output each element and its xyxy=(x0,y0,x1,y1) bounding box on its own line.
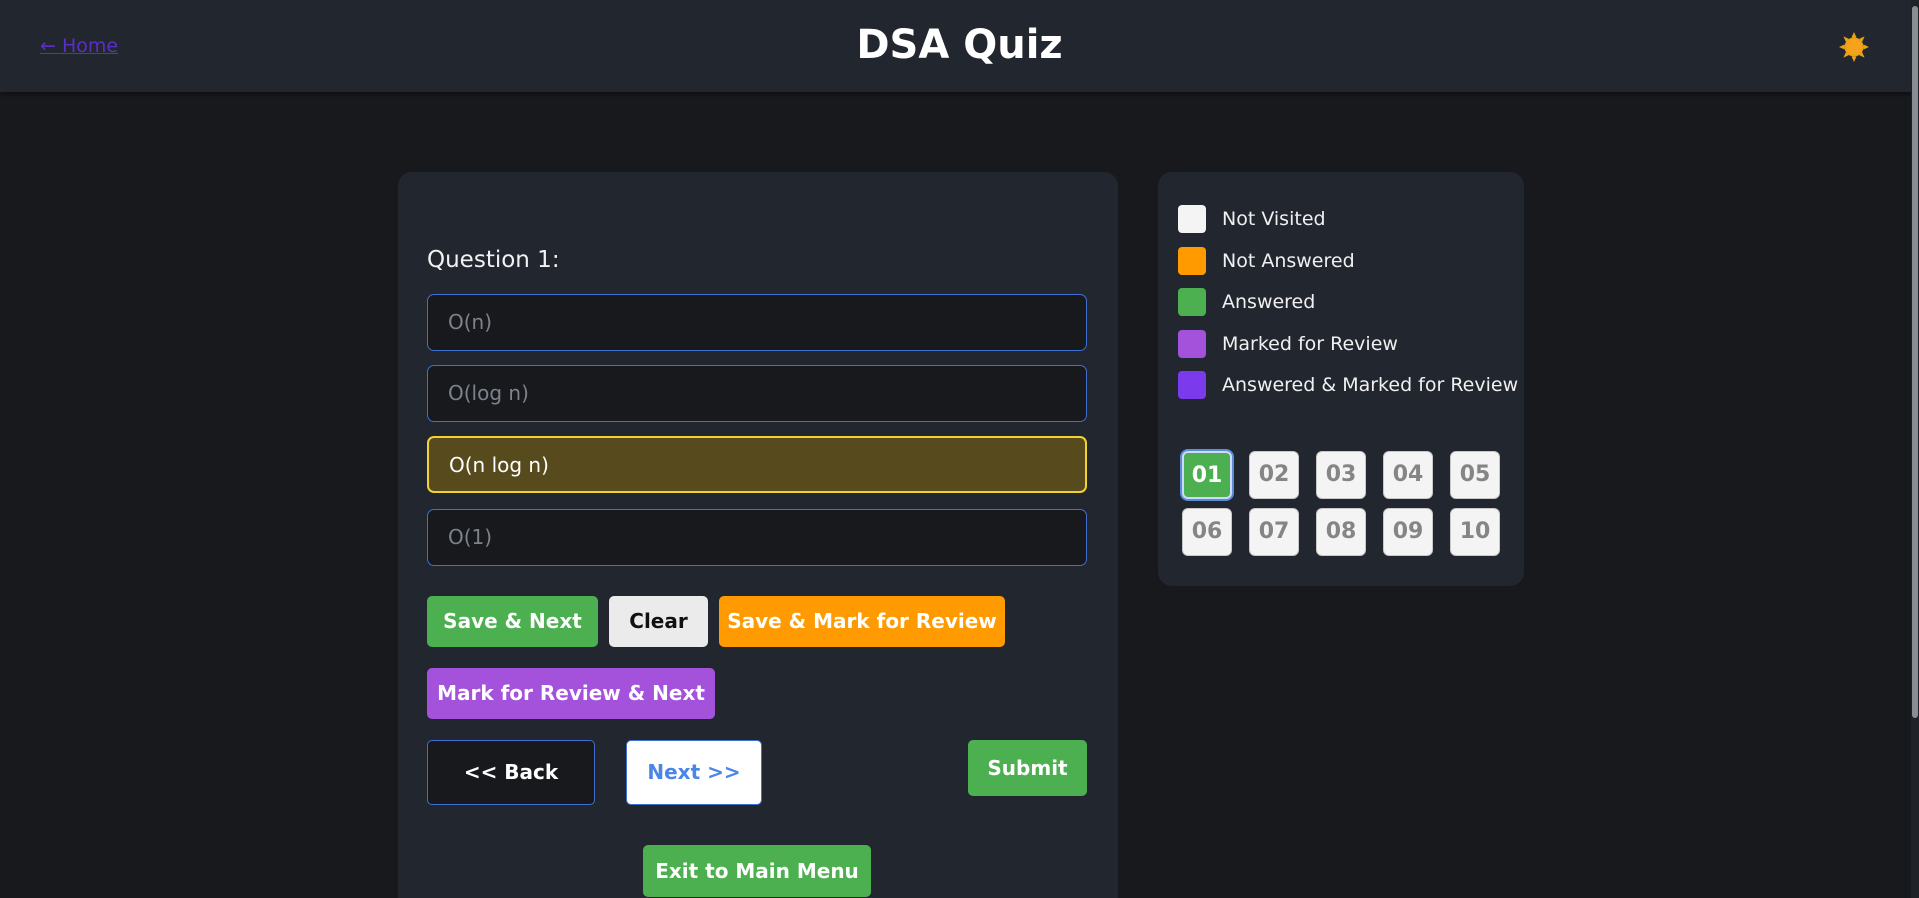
legend-label-marked-review: Marked for Review xyxy=(1222,333,1398,355)
question-number-button[interactable]: 05 xyxy=(1450,451,1500,499)
question-number-button[interactable]: 03 xyxy=(1316,451,1366,499)
question-number-button[interactable]: 09 xyxy=(1383,508,1433,556)
question-number-button[interactable]: 04 xyxy=(1383,451,1433,499)
option-4[interactable]: O(1) xyxy=(427,509,1087,566)
legend-label-not-visited: Not Visited xyxy=(1222,208,1326,230)
mark-review-next-button[interactable]: Mark for Review & Next xyxy=(427,668,715,719)
answered-swatch xyxy=(1178,288,1206,316)
question-number-button[interactable]: 01 xyxy=(1182,451,1232,499)
save-mark-review-button[interactable]: Save & Mark for Review xyxy=(719,596,1005,647)
not-visited-swatch xyxy=(1178,205,1206,233)
submit-button[interactable]: Submit xyxy=(968,740,1087,796)
not-answered-swatch xyxy=(1178,247,1206,275)
question-number-button[interactable]: 07 xyxy=(1249,508,1299,556)
page-scrollbar[interactable] xyxy=(1911,0,1919,898)
back-button[interactable]: << Back xyxy=(427,740,595,805)
scrollbar-thumb[interactable] xyxy=(1912,6,1918,718)
marked-review-swatch xyxy=(1178,330,1206,358)
sun-icon[interactable] xyxy=(1838,31,1870,63)
header-bar: ← Home DSA Quiz xyxy=(0,0,1919,92)
quiz-card: Question 1: O(n) O(log n) O(n log n) O(1… xyxy=(398,172,1118,898)
question-label: Question 1: xyxy=(427,247,560,273)
question-number-button[interactable]: 10 xyxy=(1450,508,1500,556)
option-1[interactable]: O(n) xyxy=(427,294,1087,351)
question-number-button[interactable]: 06 xyxy=(1182,508,1232,556)
answered-marked-review-swatch xyxy=(1178,371,1206,399)
clear-button[interactable]: Clear xyxy=(609,596,708,647)
exit-main-menu-button[interactable]: Exit to Main Menu xyxy=(643,845,871,897)
legend-label-answered-marked-review: Answered & Marked for Review xyxy=(1222,374,1519,396)
option-3-selected[interactable]: O(n log n) xyxy=(427,436,1087,493)
page-title: DSA Quiz xyxy=(856,22,1063,68)
save-next-button[interactable]: Save & Next xyxy=(427,596,598,647)
legend-card: Not Visited Not Answered Answered Marked… xyxy=(1158,172,1524,586)
question-number-button[interactable]: 08 xyxy=(1316,508,1366,556)
legend-label-not-answered: Not Answered xyxy=(1222,250,1355,272)
question-number-button[interactable]: 02 xyxy=(1249,451,1299,499)
option-2[interactable]: O(log n) xyxy=(427,365,1087,422)
legend-label-answered: Answered xyxy=(1222,291,1316,313)
next-button[interactable]: Next >> xyxy=(626,740,762,805)
